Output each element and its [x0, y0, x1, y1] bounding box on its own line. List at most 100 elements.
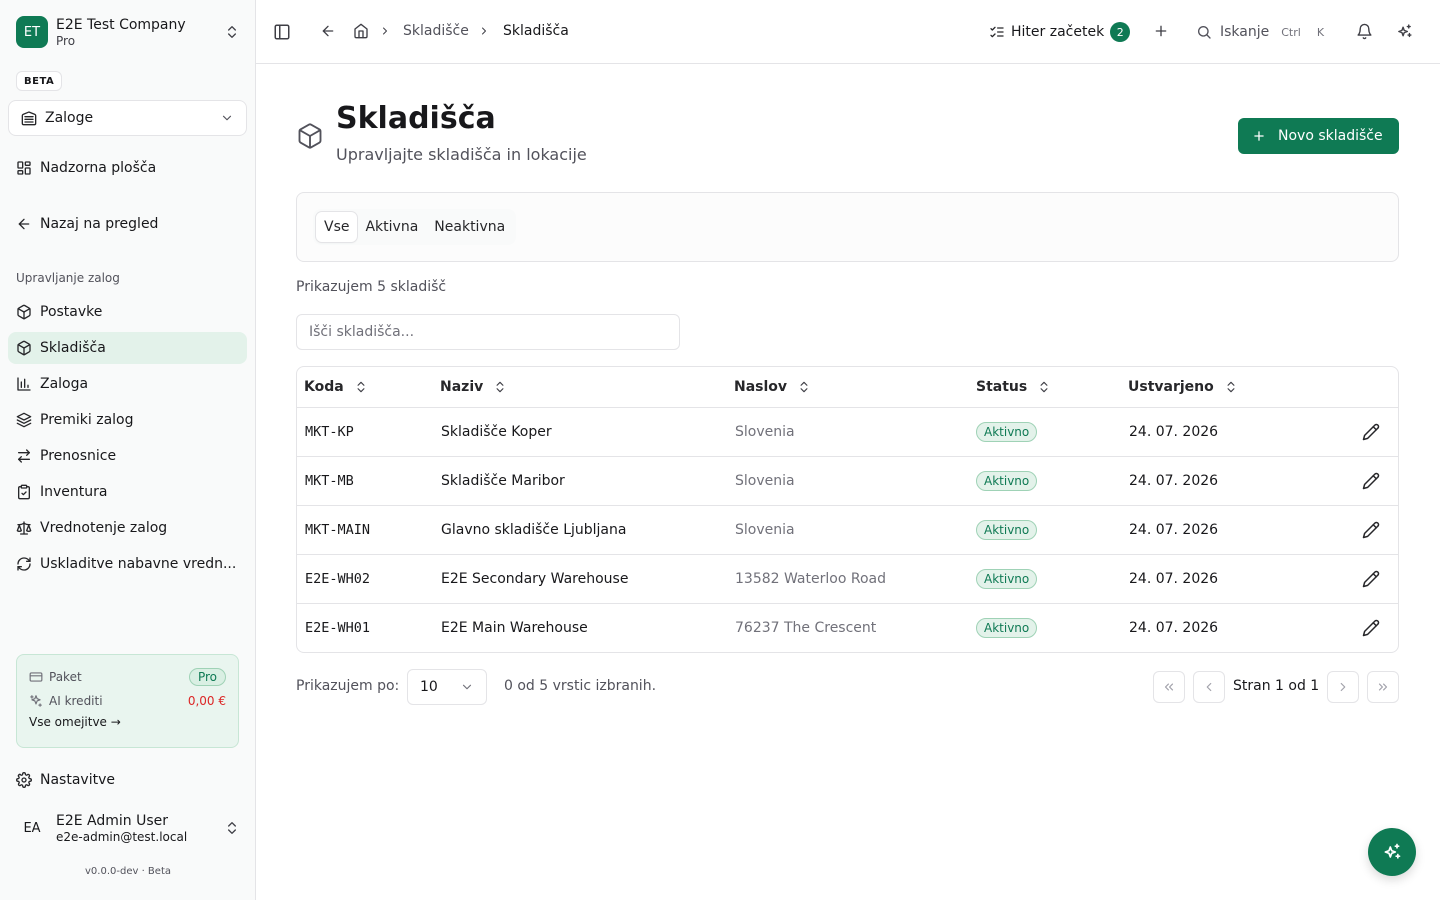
- column-header-code[interactable]: Koda: [304, 367, 368, 407]
- tab-active[interactable]: Aktivna: [357, 212, 426, 242]
- module-select[interactable]: Zaloge: [8, 100, 247, 136]
- edit-pencil-icon[interactable]: [1362, 521, 1380, 539]
- ai-assistant-button[interactable]: [1368, 828, 1416, 876]
- search-input[interactable]: [296, 314, 680, 350]
- column-header-name[interactable]: Naziv: [440, 367, 507, 407]
- results-count: Prikazujem 5 skladišč: [296, 279, 447, 295]
- sidebar-toggle-icon[interactable]: [273, 23, 291, 41]
- rows-per-page-select[interactable]: 10: [407, 669, 487, 705]
- quickstart-button[interactable]: Hiter začetek 2: [989, 20, 1131, 44]
- rows-per-page-label: Prikazujem po:: [296, 678, 400, 694]
- chevrons-left-icon: [1164, 683, 1174, 691]
- module-select-value: Zaloge: [45, 110, 94, 126]
- sidebar-item-dashboard[interactable]: Nadzorna plošča: [8, 152, 247, 184]
- sort-icon: [357, 381, 365, 393]
- dashboard-icon: [17, 161, 31, 175]
- page-subtitle: Upravljajte skladišča in lokacije: [336, 145, 587, 164]
- cell-name: Glavno skladišče Ljubljana: [441, 522, 627, 538]
- sidebar-item-stock[interactable]: Zaloga: [8, 368, 247, 400]
- sidebar-item-stock-movements[interactable]: Premiki zalog: [8, 404, 247, 436]
- sidebar-item-items[interactable]: Postavke: [8, 296, 247, 328]
- cell-code: E2E-WH02: [305, 571, 371, 587]
- sidebar-item-cost-adjustments[interactable]: Uskladitve nabavne vredn...: [8, 548, 247, 580]
- table-row[interactable]: E2E-WH02 E2E Secondary Warehouse 13582 W…: [297, 555, 1398, 604]
- sidebar-item-back[interactable]: Nazaj na pregled: [8, 208, 247, 240]
- user-menu[interactable]: EA E2E Admin User e2e-admin@test.local: [8, 804, 248, 852]
- sidebar-item-settings[interactable]: Nastavitve: [8, 764, 247, 796]
- page-title: Skladišča: [336, 101, 496, 136]
- sort-icon: [496, 381, 504, 393]
- chevrons-up-down-icon: [228, 26, 236, 38]
- quickstart-count-badge: 2: [1110, 22, 1131, 42]
- tab-all[interactable]: Vse: [316, 212, 358, 242]
- sidebar-item-inventory[interactable]: Inventura: [8, 476, 247, 508]
- company-name: E2E Test Company: [56, 16, 186, 33]
- edit-pencil-icon[interactable]: [1362, 570, 1380, 588]
- edit-pencil-icon[interactable]: [1362, 472, 1380, 490]
- cell-created: 24. 07. 2026: [1129, 424, 1219, 440]
- column-header-created[interactable]: Ustvarjeno: [1128, 367, 1238, 407]
- table-row[interactable]: MKT-KP Skladišče Koper Slovenia Aktivno …: [297, 408, 1398, 457]
- company-switcher[interactable]: ET E2E Test Company Pro: [8, 8, 248, 56]
- ai-sparkles-icon: [1384, 843, 1401, 859]
- edit-pencil-icon[interactable]: [1362, 423, 1380, 441]
- previous-page-button[interactable]: [1193, 671, 1225, 703]
- edit-pencil-icon[interactable]: [1362, 619, 1380, 637]
- new-warehouse-button[interactable]: Novo skladišče: [1238, 118, 1399, 154]
- column-header-address[interactable]: Naslov: [734, 367, 811, 407]
- home-icon[interactable]: [353, 23, 369, 39]
- global-search-button[interactable]: Iskanje Ctrl K: [1196, 20, 1328, 44]
- cell-code: MKT-MAIN: [305, 522, 371, 538]
- status-badge: Aktivno: [976, 569, 1038, 589]
- breadcrumb-item[interactable]: Skladišče: [403, 23, 469, 39]
- last-page-button[interactable]: [1367, 671, 1399, 703]
- cell-name: Skladišče Koper: [441, 424, 552, 440]
- cell-address: 13582 Waterloo Road: [735, 571, 886, 587]
- all-limits-link[interactable]: Vse omejitve →: [29, 715, 226, 729]
- sidebar-item-label: Zaloga: [40, 376, 89, 392]
- ai-sparkles-icon[interactable]: [1396, 23, 1413, 40]
- gear-icon: [16, 772, 32, 788]
- first-page-button[interactable]: [1153, 671, 1185, 703]
- sidebar-item-label: Inventura: [40, 484, 108, 500]
- column-header-label: Status: [976, 379, 1028, 395]
- plus-icon: [1254, 131, 1264, 141]
- refresh-icon: [17, 557, 31, 571]
- column-header-status[interactable]: Status: [976, 367, 1051, 407]
- table-row[interactable]: MKT-MB Skladišče Maribor Slovenia Aktivn…: [297, 457, 1398, 506]
- table-row[interactable]: MKT-MAIN Glavno skladišče Ljubljana Slov…: [297, 506, 1398, 555]
- sidebar-item-warehouses[interactable]: Skladišča: [8, 332, 247, 364]
- cell-name: E2E Main Warehouse: [441, 620, 588, 636]
- bell-icon[interactable]: [1356, 23, 1373, 40]
- chevrons-right-icon: [1378, 683, 1388, 691]
- app-version: v0.0.0-dev · Beta: [85, 866, 171, 877]
- cell-created: 24. 07. 2026: [1129, 620, 1219, 636]
- chevron-down-icon: [222, 115, 232, 121]
- cell-name: Skladišče Maribor: [441, 473, 565, 489]
- warehouses-table: Koda Naziv Naslov Status Ustvarjeno MKT-…: [296, 366, 1399, 653]
- back-arrow-icon[interactable]: [320, 23, 336, 39]
- cell-name: E2E Secondary Warehouse: [441, 571, 629, 587]
- filter-card: Vse Aktivna Neaktivna: [296, 192, 1399, 262]
- sidebar-item-transfers[interactable]: Prenosnice: [8, 440, 247, 472]
- company-plan: Pro: [56, 33, 76, 48]
- package-icon: [17, 340, 31, 356]
- arrow-left-icon: [18, 218, 30, 230]
- table-row[interactable]: E2E-WH01 E2E Main Warehouse 76237 The Cr…: [297, 604, 1398, 652]
- status-badge: Aktivno: [976, 471, 1038, 491]
- next-page-button[interactable]: [1327, 671, 1359, 703]
- layers-icon: [16, 412, 32, 428]
- plus-icon[interactable]: [1153, 23, 1169, 39]
- chevron-right-icon: [482, 27, 486, 35]
- cell-code: MKT-MB: [305, 473, 354, 489]
- sort-icon: [1227, 381, 1235, 393]
- cell-created: 24. 07. 2026: [1129, 571, 1219, 587]
- clipboard-check-icon: [18, 484, 30, 500]
- column-header-label: Koda: [304, 379, 344, 395]
- sidebar-section-label: Upravljanje zalog: [16, 271, 120, 285]
- sidebar: ET E2E Test Company Pro BETA Zaloge Nadz…: [0, 0, 256, 900]
- search-icon: [1198, 26, 1211, 39]
- tab-inactive[interactable]: Neaktivna: [426, 212, 513, 242]
- sidebar-item-valuation[interactable]: Vrednotenje zalog: [8, 512, 247, 544]
- breadcrumb-current: Skladišča: [503, 23, 569, 39]
